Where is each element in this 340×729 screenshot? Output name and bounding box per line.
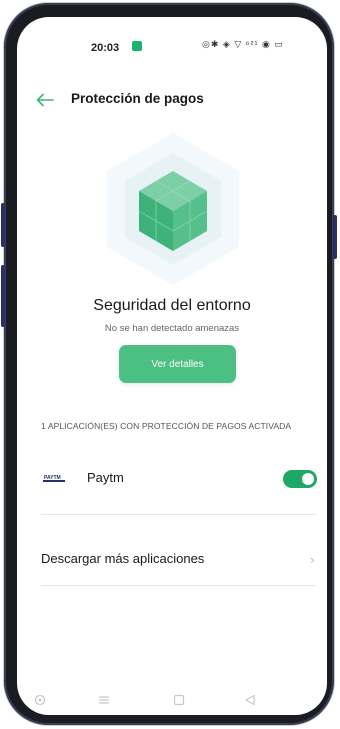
side-button: [1, 203, 5, 247]
power-button: [333, 215, 337, 259]
view-details-button[interactable]: Ver detalles: [119, 345, 236, 383]
paytm-logo: PAYTM: [43, 473, 65, 483]
divider: [41, 514, 316, 515]
status-bar: 20:03 ◎✱ ◈ ▽ ⁶²¹ ◉ ▭: [17, 17, 327, 54]
menu-icon[interactable]: [97, 693, 111, 707]
payment-protection-toggle[interactable]: [283, 470, 317, 488]
status-subtitle: No se han detectado amenazas: [104, 323, 240, 334]
status-icons: ◎✱ ◈ ▽ ⁶²¹ ◉ ▭: [202, 39, 284, 49]
side-button: [1, 265, 5, 327]
screen: 20:03 ◎✱ ◈ ▽ ⁶²¹ ◉ ▭ Protección de pagos…: [17, 17, 327, 715]
status-time: 20:03: [91, 42, 120, 54]
chevron-right-icon: ›: [310, 552, 315, 567]
navigation-bar: [17, 687, 327, 715]
toggle-knob: [302, 473, 314, 485]
status-headline: Seguridad del entorno: [93, 297, 251, 314]
download-more-apps-label: Descargar más aplicaciones: [41, 551, 205, 566]
phone-frame: 20:03 ◎✱ ◈ ▽ ⁶²¹ ◉ ▭ Protección de pagos…: [1, 3, 337, 725]
paytm-logo-text: PAYTM: [44, 475, 61, 481]
section-label: 1 APLICACIÓN(ES) CON PROTECCIÓN DE PAGOS…: [41, 421, 292, 431]
shield-cube-icon: [107, 133, 239, 285]
page-title: Protección de pagos: [71, 91, 204, 106]
status-app-icon: [132, 41, 142, 51]
assistant-icon[interactable]: [33, 693, 47, 707]
divider: [41, 585, 316, 586]
download-more-apps-row[interactable]: Descargar más aplicaciones ›: [17, 529, 327, 585]
home-icon[interactable]: [172, 693, 186, 707]
back-triangle-icon[interactable]: [243, 693, 257, 707]
arrow-left-icon[interactable]: [36, 93, 54, 107]
list-item[interactable]: PAYTM Paytm: [17, 463, 327, 497]
app-name: Paytm: [87, 470, 124, 485]
